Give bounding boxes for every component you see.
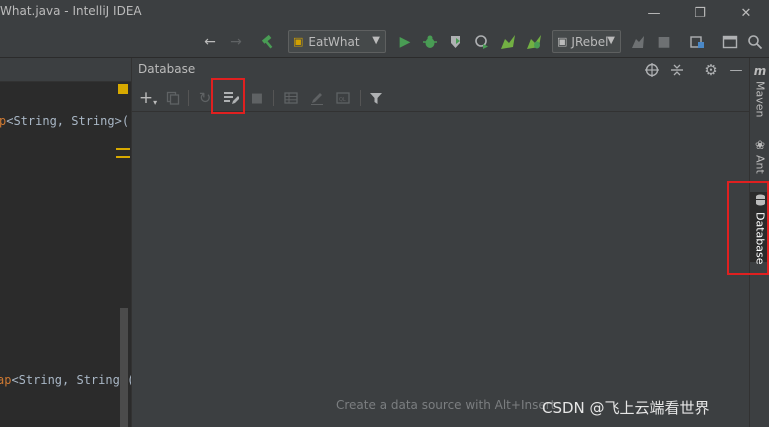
search-everywhere-icon[interactable] xyxy=(744,31,766,53)
svg-text:QL: QL xyxy=(339,97,346,103)
right-tool-strip: m Maven ❀ Ant Database xyxy=(749,58,769,427)
copy-icon[interactable] xyxy=(163,88,183,108)
warning-marker-icon[interactable] xyxy=(118,84,128,94)
tab-maven-label: Maven xyxy=(753,81,767,118)
title-bar: What.java - IntelliJ IDEA — ❐ ✕ xyxy=(0,0,769,26)
editor-scrollbar[interactable] xyxy=(120,308,128,427)
stop-icon[interactable]: ■ xyxy=(247,88,267,108)
editor-tab-strip xyxy=(0,58,131,82)
console-icon[interactable]: QL xyxy=(333,88,353,108)
main-toolbar: ← → ▣ EatWhat ▼ ▶ ▣ JRebel ▼ ■ xyxy=(0,26,769,58)
restore-icon[interactable]: ❐ xyxy=(677,0,723,26)
database-toolbar: + ▾ ↻ ■ QL xyxy=(132,84,750,112)
chevron-down-icon: ▼ xyxy=(607,35,615,46)
run-config-icon: ▣ xyxy=(293,35,304,48)
profile-icon[interactable] xyxy=(471,31,493,53)
database-panel: Database ⚙ — + ▾ ↻ ■ QL Create a data so… xyxy=(131,58,750,427)
collapse-icon[interactable] xyxy=(667,60,687,80)
toolbar-separator xyxy=(273,90,274,106)
settings-gear-icon[interactable]: ⚙ xyxy=(701,60,721,80)
tab-ant[interactable]: ❀ Ant xyxy=(750,138,769,174)
add-icon[interactable]: + ▾ xyxy=(138,88,158,108)
close-icon[interactable]: ✕ xyxy=(723,0,769,26)
data-source-properties-icon[interactable] xyxy=(221,88,241,108)
toolbar-separator xyxy=(188,90,189,106)
refresh-icon[interactable]: ↻ xyxy=(195,88,215,108)
tab-maven[interactable]: m Maven xyxy=(750,64,769,117)
database-header: Database ⚙ — xyxy=(132,58,750,82)
filter-icon[interactable] xyxy=(366,88,386,108)
run-config-select[interactable]: ▣ EatWhat ▼ xyxy=(288,30,386,53)
toolbar-separator xyxy=(360,90,361,106)
maven-icon: m xyxy=(753,64,767,78)
tab-database-label: Database xyxy=(753,212,767,265)
hide-icon[interactable]: — xyxy=(726,60,746,80)
edit-icon[interactable] xyxy=(307,88,327,108)
watermark-text: CSDN @飞上云端看世界 xyxy=(542,399,710,417)
empty-state-hint: Create a data source with Alt+Insert xyxy=(336,398,556,412)
database-title: Database xyxy=(138,62,196,76)
tab-database[interactable]: Database xyxy=(750,192,769,265)
change-marker-icon[interactable] xyxy=(116,148,130,158)
minimize-icon[interactable]: — xyxy=(631,0,677,26)
table-icon[interactable] xyxy=(281,88,301,108)
run-icon[interactable]: ▶ xyxy=(394,31,416,53)
project-structure-icon[interactable] xyxy=(686,31,708,53)
database-icon xyxy=(755,194,766,209)
tab-ant-label: Ant xyxy=(753,155,767,174)
jrebel-rebuild-icon[interactable] xyxy=(627,31,649,53)
layout-icon[interactable] xyxy=(719,31,741,53)
jrebel-config-label: JRebel xyxy=(571,34,609,49)
back-arrow-icon[interactable]: ← xyxy=(199,31,221,53)
jrebel-debug-icon[interactable] xyxy=(523,31,545,53)
jrebel-config-icon: ▣ xyxy=(557,35,568,48)
code-editor[interactable]: p<String, String>() ap<String, String>( xyxy=(0,58,131,427)
forward-arrow-icon[interactable]: → xyxy=(225,31,247,53)
build-hammer-icon[interactable] xyxy=(257,31,279,53)
coverage-icon[interactable] xyxy=(445,31,467,53)
code-line: p<String, String>() xyxy=(0,114,131,128)
jrebel-config-select[interactable]: ▣ JRebel ▼ xyxy=(552,30,621,53)
target-icon[interactable] xyxy=(642,60,662,80)
code-line: ap<String, String>( xyxy=(0,373,131,387)
chevron-down-icon: ▼ xyxy=(372,35,380,46)
window-title: What.java - IntelliJ IDEA xyxy=(0,4,142,18)
debug-icon[interactable] xyxy=(419,31,441,53)
stop-icon[interactable]: ■ xyxy=(653,31,675,53)
ant-icon: ❀ xyxy=(754,138,766,152)
jrebel-run-icon[interactable] xyxy=(497,31,519,53)
run-config-label: EatWhat xyxy=(308,34,360,49)
